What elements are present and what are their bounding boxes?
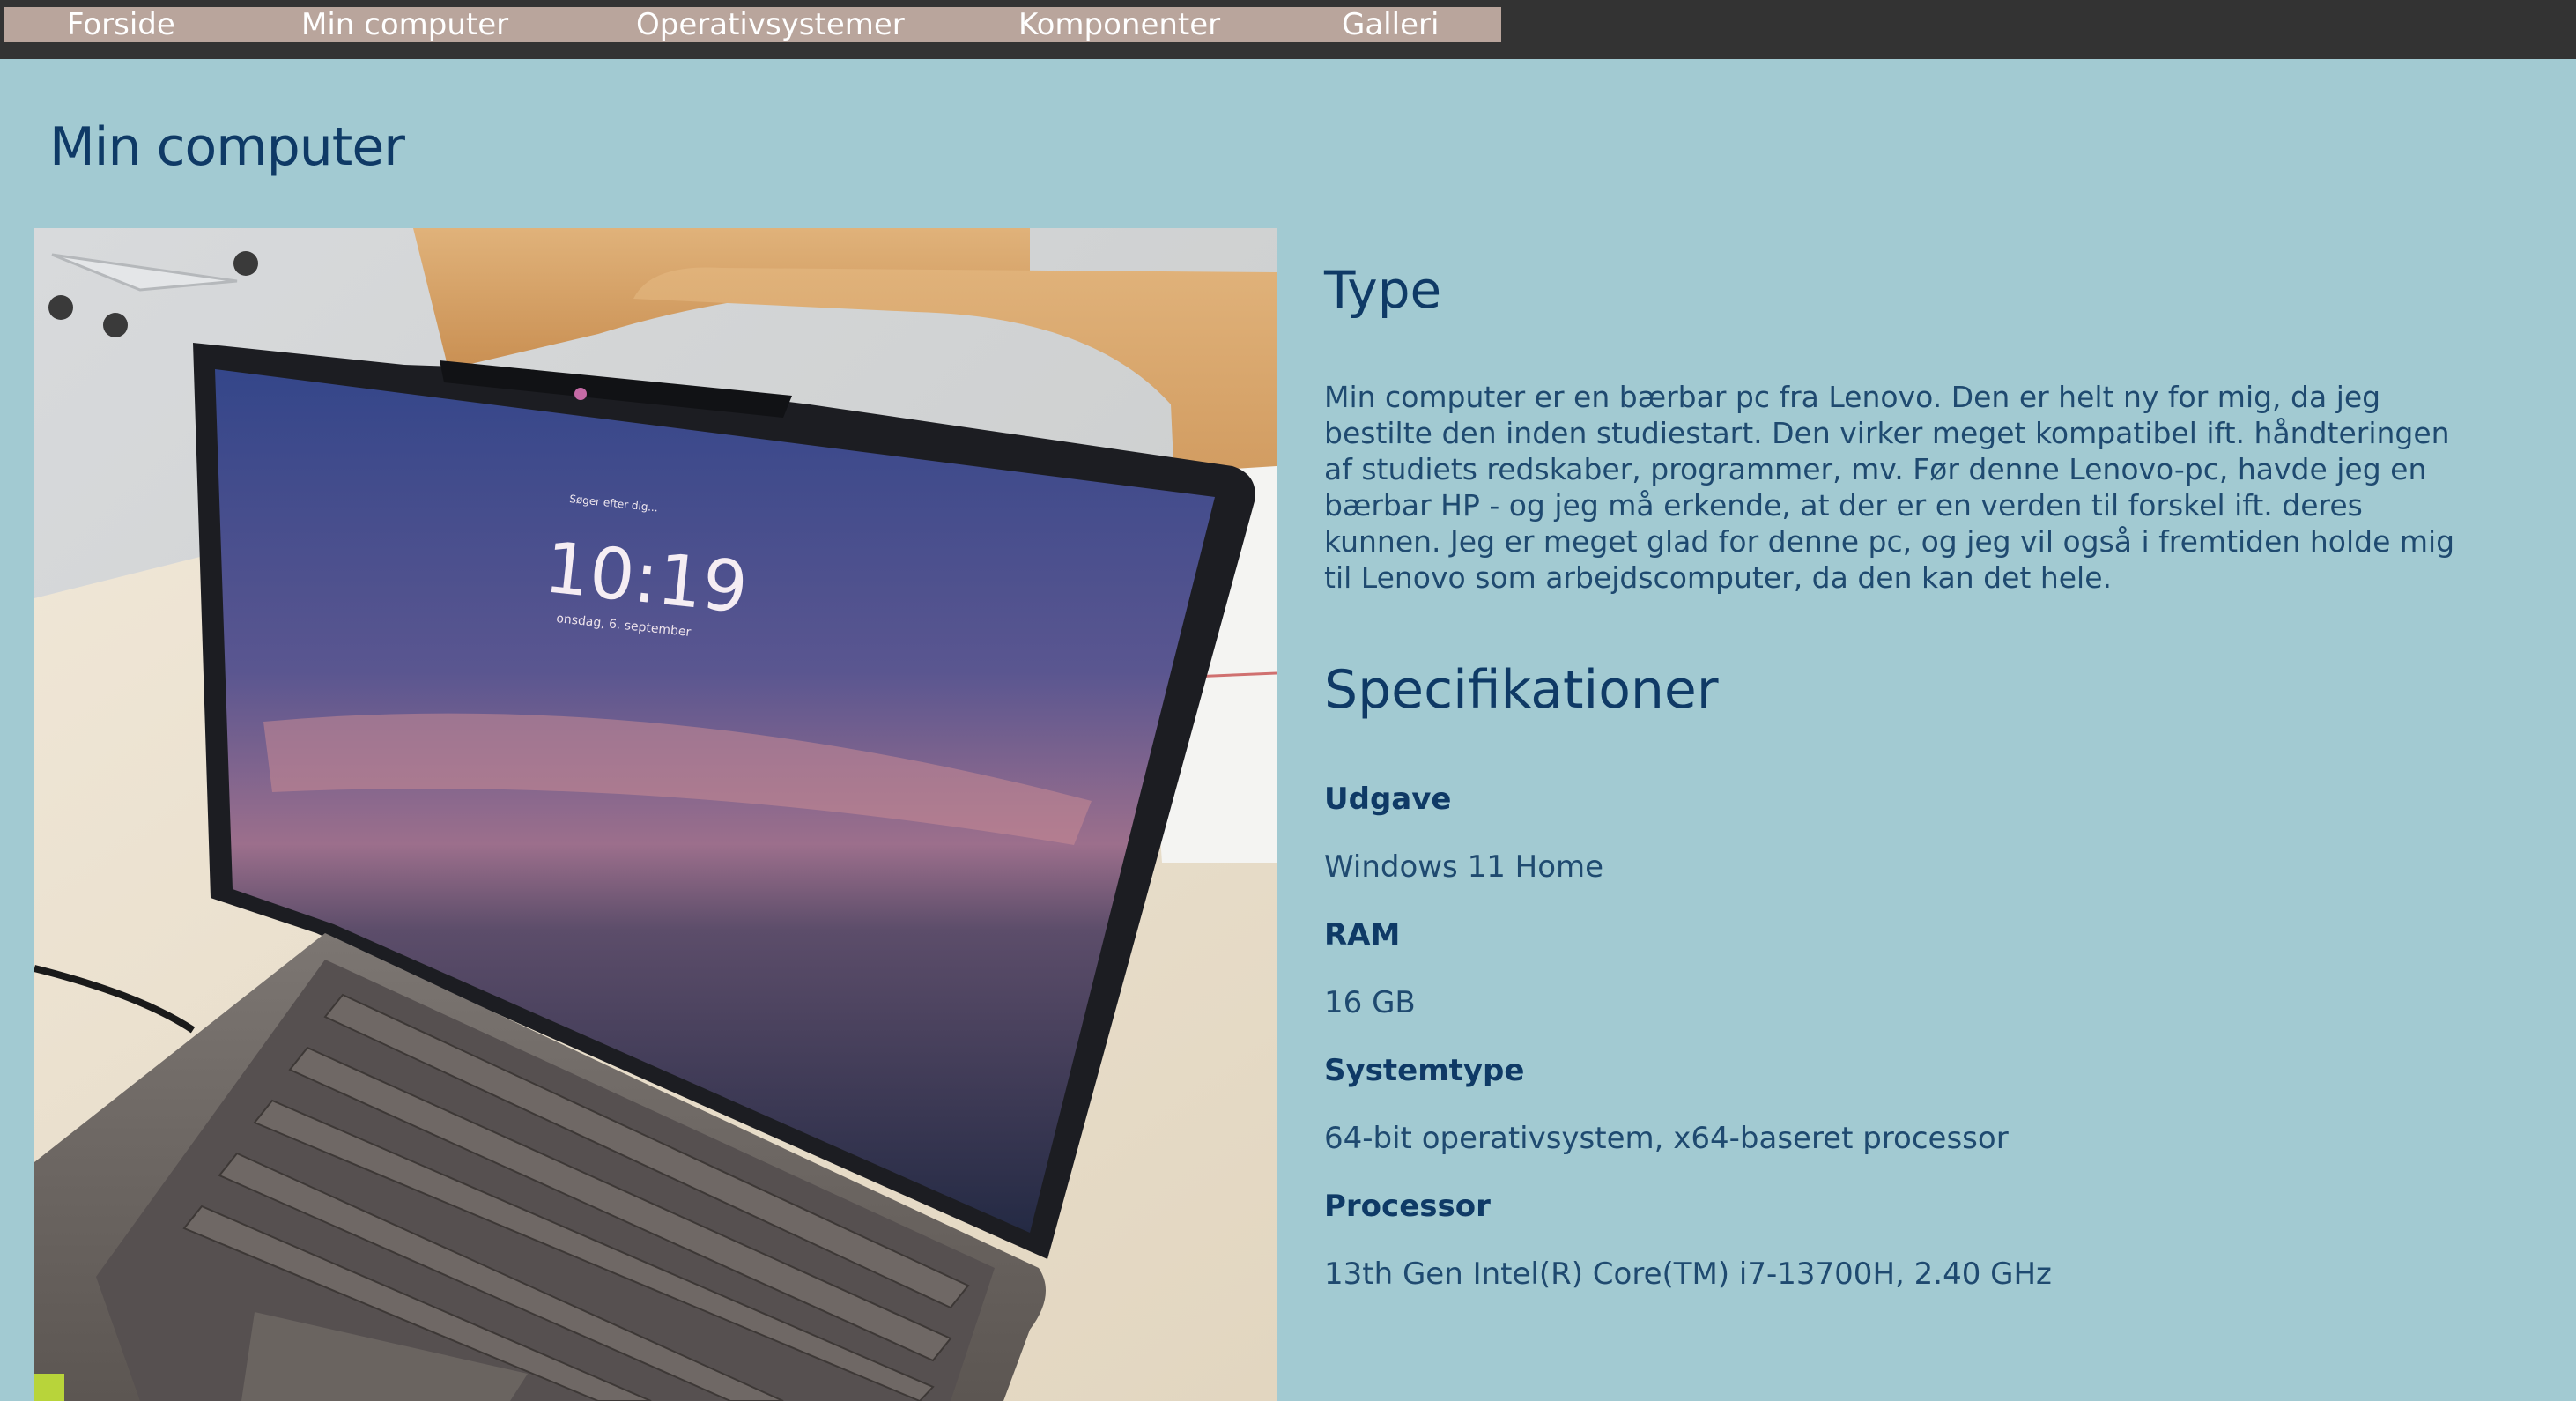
spec-label-ram: RAM [1324, 917, 1401, 953]
type-heading: Type [1324, 260, 1442, 320]
nav-item-min-computer[interactable]: Min computer [301, 7, 508, 42]
spec-value-systemtype: 64-bit operativsystem, x64-baseret proce… [1324, 1121, 2009, 1156]
nav-item-forside[interactable]: Forside [67, 7, 175, 42]
page-title: Min computer [49, 116, 405, 178]
spec-label-processor: Processor [1324, 1189, 1491, 1224]
specifications-heading: Specifikationer [1324, 659, 1719, 721]
spec-value-ram: 16 GB [1324, 985, 1416, 1020]
spec-label-udgave: Udgave [1324, 782, 1452, 817]
nav-item-galleri[interactable]: Galleri [1342, 7, 1439, 42]
spec-label-systemtype: Systemtype [1324, 1053, 1525, 1088]
spec-value-processor: 13th Gen Intel(R) Core(TM) i7-13700H, 2.… [1324, 1256, 2052, 1292]
laptop-photo: Søger efter dig... 10:19 onsdag, 6. sept… [34, 228, 1277, 1401]
nav-item-operativsystemer[interactable]: Operativsystemer [636, 7, 905, 42]
top-bar: Forside Min computer Operativsystemer Ko… [0, 0, 2576, 59]
main-navigation: Forside Min computer Operativsystemer Ko… [4, 7, 1501, 42]
spec-value-udgave: Windows 11 Home [1324, 849, 1604, 885]
type-description: Min computer er en bærbar pc fra Lenovo.… [1324, 380, 2455, 595]
nav-item-komponenter[interactable]: Komponenter [1018, 7, 1220, 42]
